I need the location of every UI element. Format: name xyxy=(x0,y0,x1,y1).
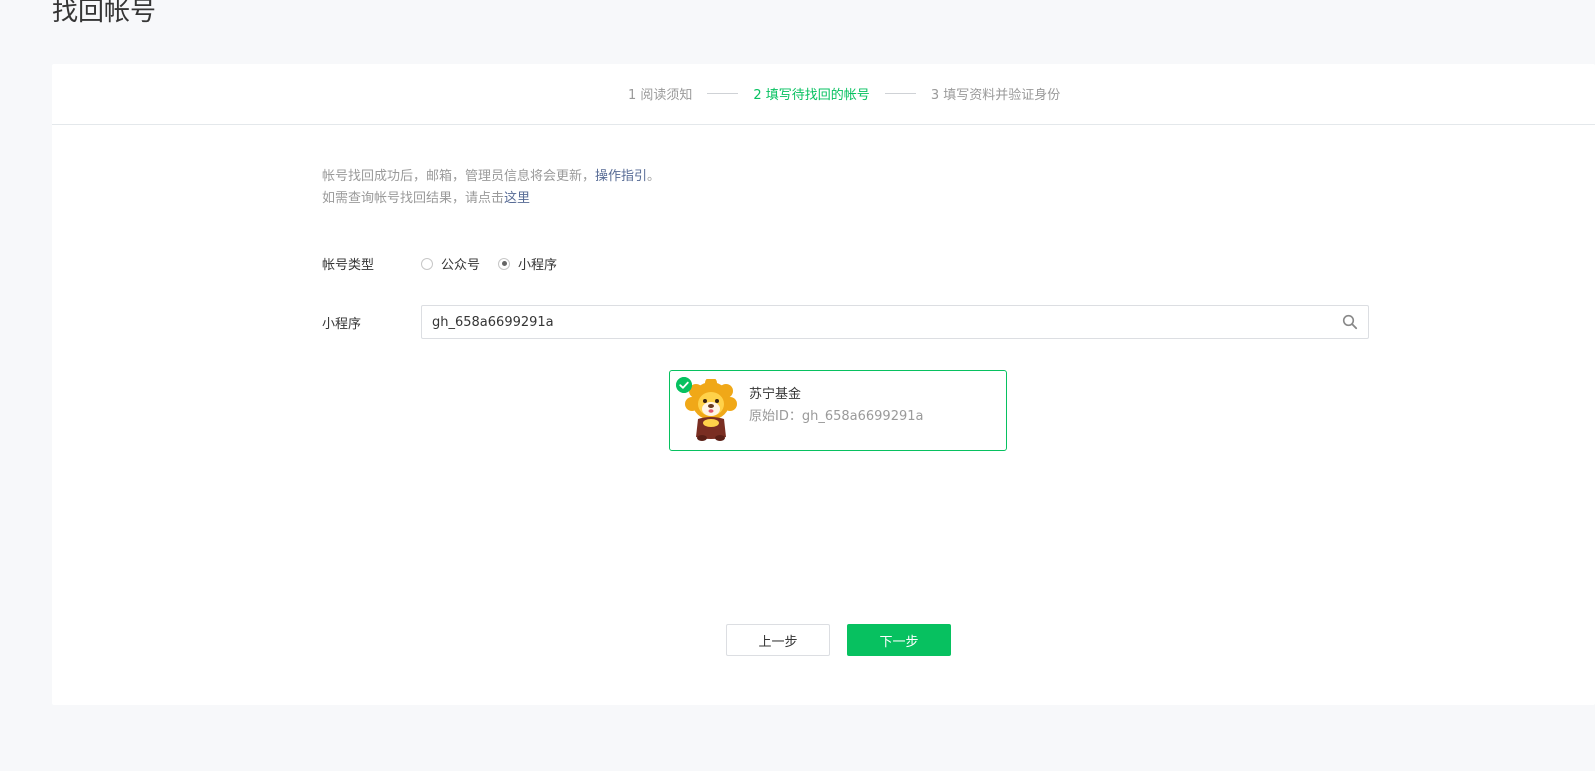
miniprogram-label: 小程序 xyxy=(322,316,362,332)
check-icon xyxy=(676,377,692,393)
tips-line-1: 帐号找回成功后，邮箱，管理员信息将会更新，操作指引。 xyxy=(322,166,660,188)
search-input[interactable] xyxy=(432,314,1342,330)
step-separator xyxy=(884,93,916,94)
lion-mascot-avatar xyxy=(685,379,737,441)
account-type-row: 帐号类型 公众号 小程序 xyxy=(322,254,575,273)
account-original-id: 原始ID：gh_658a6699291a xyxy=(749,409,924,424)
step-2: 2 填写待找回的帐号 xyxy=(753,88,870,103)
tips-line-1-end: 。 xyxy=(647,169,661,184)
radio-circle-official-account[interactable] xyxy=(421,257,433,270)
account-result-card[interactable]: 苏宁基金 原始ID：gh_658a6699291a xyxy=(669,370,1007,451)
prev-step-button[interactable]: 上一步 xyxy=(726,624,830,656)
miniprogram-search-row: 小程序 xyxy=(322,305,1369,339)
radio-circle-miniprogram[interactable] xyxy=(498,257,511,270)
query-result-link[interactable]: 这里 xyxy=(504,191,530,206)
step-separator xyxy=(707,93,739,94)
search-box xyxy=(421,305,1369,339)
page-title: 找回帐号 xyxy=(52,0,157,27)
radio-label-official-account: 公众号 xyxy=(441,258,481,273)
step-3: 3 填写资料并验证身份 xyxy=(930,88,1061,103)
account-name: 苏宁基金 xyxy=(749,387,802,402)
account-type-radio-group: 公众号 小程序 xyxy=(421,254,575,273)
tips-line-2: 如需查询帐号找回结果，请点击这里 xyxy=(322,188,660,210)
step-1: 1 阅读须知 xyxy=(628,88,693,103)
guide-link[interactable]: 操作指引 xyxy=(595,169,647,184)
radio-miniprogram[interactable]: 小程序 xyxy=(498,254,557,273)
radio-label-miniprogram: 小程序 xyxy=(518,258,558,273)
next-step-button[interactable]: 下一步 xyxy=(847,624,951,656)
account-type-label: 帐号类型 xyxy=(322,258,375,273)
main-card: 1 阅读须知 2 填写待找回的帐号 3 填写资料并验证身份 帐号找回成功后，邮箱… xyxy=(52,64,1595,705)
radio-official-account[interactable]: 公众号 xyxy=(421,254,480,273)
tips-line-2-text: 如需查询帐号找回结果，请点击 xyxy=(322,191,505,206)
search-icon[interactable] xyxy=(1342,314,1358,330)
tips-line-1-text: 帐号找回成功后，邮箱，管理员信息将会更新， xyxy=(322,169,596,184)
tips-text: 帐号找回成功后，邮箱，管理员信息将会更新，操作指引。 如需查询帐号找回结果，请点… xyxy=(322,166,660,210)
step-indicator: 1 阅读须知 2 填写待找回的帐号 3 填写资料并验证身份 xyxy=(52,64,1595,125)
